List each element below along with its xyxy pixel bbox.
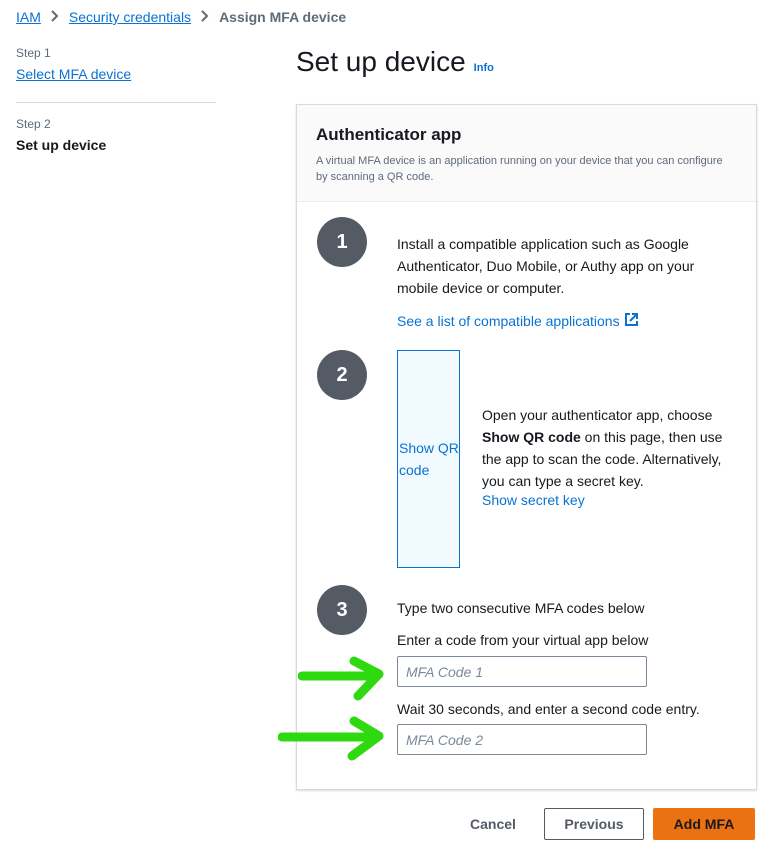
step-1-link[interactable]: Select MFA device [16, 66, 131, 82]
breadcrumb-current: Assign MFA device [219, 9, 347, 25]
page-title-text: Set up device [296, 46, 466, 77]
compatible-apps-link[interactable]: See a list of compatible applications [397, 312, 639, 330]
mfa-codes-title: Type two consecutive MFA codes below [397, 600, 645, 616]
step-2-number: Step 2 [16, 117, 51, 131]
scan-instructions-bold: Show QR code [482, 429, 581, 445]
breadcrumb-iam[interactable]: IAM [16, 9, 41, 25]
arrow-right-icon [278, 716, 384, 761]
scan-instructions-before: Open your authenticator app, choose [482, 407, 713, 423]
step-circle-2: 2 [317, 350, 367, 400]
previous-button[interactable]: Previous [544, 808, 644, 840]
mfa-code-1-label: Enter a code from your virtual app below [397, 632, 649, 648]
breadcrumb: IAM Security credentials Assign MFA devi… [16, 7, 346, 27]
scan-instructions: Open your authenticator app, choose Show… [482, 404, 737, 492]
wizard-steps: Step 1 Select MFA device Step 2 Set up d… [16, 46, 216, 153]
panel-description: A virtual MFA device is an application r… [316, 155, 723, 183]
panel-title: Authenticator app [316, 125, 462, 144]
add-mfa-button[interactable]: Add MFA [653, 808, 755, 840]
show-qr-code-button[interactable]: Show QR code [397, 350, 460, 568]
compatible-apps-link-label: See a list of compatible applications [397, 313, 620, 329]
step-circle-1: 1 [317, 217, 367, 267]
breadcrumb-security-credentials[interactable]: Security credentials [69, 9, 191, 25]
install-instructions: Install a compatible application such as… [397, 236, 695, 296]
mfa-code-2-label: Wait 30 seconds, and enter a second code… [397, 701, 700, 717]
page-title: Set up device Info [296, 46, 494, 78]
external-link-icon [624, 312, 639, 330]
step-1-number: Step 1 [16, 46, 51, 60]
mfa-code-2-input[interactable] [397, 724, 647, 755]
mfa-code-1-input[interactable] [397, 656, 647, 687]
panel-header: Authenticator app A virtual MFA device i… [297, 105, 756, 202]
step-2-current: Set up device [16, 137, 107, 153]
show-secret-key-link[interactable]: Show secret key [482, 492, 585, 508]
chevron-right-icon [51, 9, 59, 25]
info-link[interactable]: Info [474, 62, 494, 74]
cancel-button[interactable]: Cancel [456, 808, 530, 840]
chevron-right-icon [201, 9, 209, 25]
arrow-right-icon [298, 656, 384, 701]
step-divider [16, 102, 216, 103]
step-circle-3: 3 [317, 585, 367, 635]
